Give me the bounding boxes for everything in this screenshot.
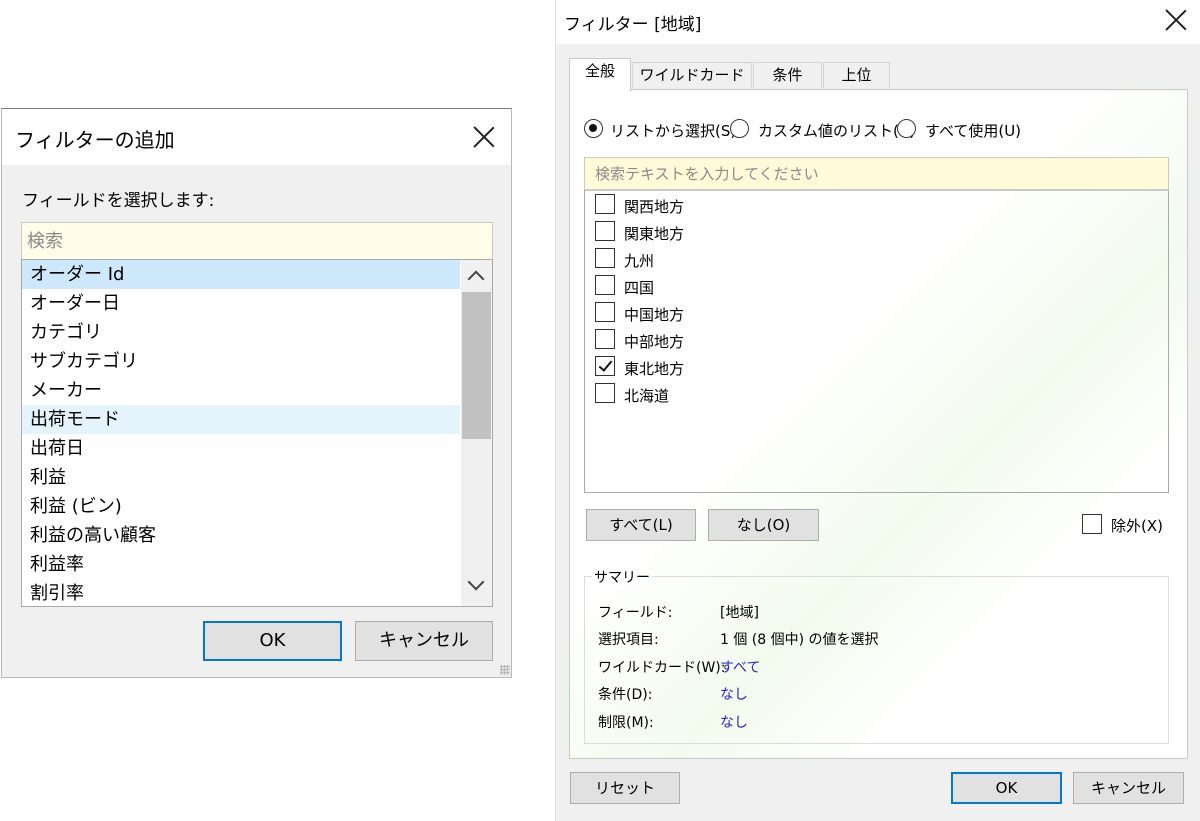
- radio-use-all-label: すべて使用(U): [925, 122, 1022, 140]
- value-label: 関東地方: [624, 225, 685, 243]
- summary-field-key: フィールド:: [598, 605, 673, 621]
- scroll-up-chevron-icon[interactable]: [467, 270, 485, 288]
- value-label: 四国: [624, 279, 655, 297]
- summary-field-value: [地域]: [720, 605, 759, 621]
- field-list-item[interactable]: オーダー Id: [22, 260, 460, 289]
- field-list-scrollbar[interactable]: [461, 260, 492, 606]
- select-all-button[interactable]: すべて(L): [586, 509, 696, 541]
- add-filter-close-icon[interactable]: [472, 125, 496, 149]
- field-list-item[interactable]: 利益率: [22, 550, 460, 579]
- select-none-button[interactable]: なし(O): [708, 509, 819, 541]
- filter-dialog: フィルター [地域] 全般 ワイルドカード 条件 上位 リストから選択(S) カ…: [555, 0, 1200, 821]
- filter-titlebar: フィルター [地域]: [556, 0, 1200, 44]
- add-filter-cancel-button[interactable]: キャンセル: [355, 621, 493, 661]
- summary-selection-value: 1 個 (8 個中) の値を選択: [720, 632, 879, 648]
- value-list[interactable]: 関西地方 関東地方 九州 四国 中国地方 中部地方 東北地方 北海道: [584, 190, 1169, 493]
- exclude-label: 除外(X): [1111, 517, 1163, 535]
- summary-condition-link[interactable]: なし: [720, 684, 748, 704]
- field-list-item[interactable]: カテゴリ: [22, 318, 460, 347]
- summary-wildcard-link[interactable]: すべて: [720, 657, 760, 677]
- radio-use-all[interactable]: [897, 119, 916, 138]
- field-search-input[interactable]: [21, 222, 493, 259]
- tab-condition[interactable]: 条件: [753, 62, 822, 88]
- reset-button[interactable]: リセット: [570, 772, 680, 804]
- exclude-checkbox[interactable]: [1082, 514, 1102, 534]
- field-list-item[interactable]: メーカー: [22, 376, 460, 405]
- resize-grip-icon[interactable]: [500, 665, 510, 675]
- add-filter-dialog: フィルターの追加 フィールドを選択します: オーダー Id オーダー日 カテゴリ…: [1, 108, 512, 678]
- value-search-input[interactable]: [584, 157, 1169, 190]
- filter-cancel-button[interactable]: キャンセル: [1073, 772, 1184, 804]
- radio-custom-value-list[interactable]: [730, 119, 749, 138]
- field-list-item[interactable]: 利益 (ビン): [22, 492, 460, 521]
- filter-ok-button[interactable]: OK: [951, 772, 1062, 804]
- filter-close-icon[interactable]: [1164, 8, 1188, 32]
- field-list-item[interactable]: サブカテゴリ: [22, 347, 460, 376]
- field-list-item[interactable]: 利益: [22, 463, 460, 492]
- value-label: 関西地方: [624, 198, 685, 216]
- value-checkbox[interactable]: [595, 221, 615, 241]
- value-label: 北海道: [624, 387, 670, 405]
- summary-wildcard-key: ワイルドカード(W):: [598, 660, 726, 676]
- summary-limit-key: 制限(M):: [598, 715, 654, 731]
- field-prompt-label: フィールドを選択します:: [22, 191, 215, 211]
- value-label: 中国地方: [624, 306, 685, 324]
- tab-wildcard[interactable]: ワイルドカード: [632, 62, 752, 88]
- field-list-item[interactable]: 出荷モード: [22, 405, 460, 434]
- field-list-item[interactable]: 利益の高い顧客: [22, 521, 460, 550]
- tab-general[interactable]: 全般: [569, 58, 631, 91]
- value-checkbox[interactable]: [595, 275, 615, 295]
- summary-limit-link[interactable]: なし: [720, 712, 748, 732]
- value-label: 中部地方: [624, 333, 685, 351]
- value-label: 東北地方: [624, 360, 685, 378]
- radio-select-from-list-label: リストから選択(S): [610, 122, 737, 140]
- value-checkbox-checked[interactable]: [595, 356, 615, 376]
- radio-custom-value-list-label: カスタム値のリスト(C): [758, 122, 916, 140]
- value-checkbox[interactable]: [595, 329, 615, 349]
- tab-top[interactable]: 上位: [823, 62, 890, 88]
- summary-title: サマリー: [592, 567, 652, 587]
- radio-select-from-list[interactable]: [584, 119, 603, 138]
- filter-title: フィルター [地域]: [564, 15, 702, 35]
- field-list[interactable]: オーダー Id オーダー日 カテゴリ サブカテゴリ メーカー 出荷モード 出荷日…: [21, 259, 493, 607]
- value-checkbox[interactable]: [595, 248, 615, 268]
- value-checkbox[interactable]: [595, 194, 615, 214]
- scrollbar-thumb[interactable]: [462, 292, 491, 439]
- field-list-item[interactable]: 出荷日: [22, 434, 460, 463]
- value-label: 九州: [624, 252, 655, 270]
- add-filter-title: フィルターの追加: [15, 128, 175, 152]
- add-filter-ok-button[interactable]: OK: [203, 621, 342, 661]
- field-list-item[interactable]: オーダー日: [22, 289, 460, 318]
- scroll-down-chevron-icon[interactable]: [467, 573, 485, 591]
- summary-condition-key: 条件(D):: [598, 687, 653, 703]
- add-filter-titlebar: フィルターの追加: [2, 109, 511, 165]
- value-checkbox[interactable]: [595, 302, 615, 322]
- field-list-item[interactable]: 割引率: [22, 579, 460, 606]
- summary-selection-key: 選択項目:: [598, 632, 659, 648]
- value-checkbox[interactable]: [595, 383, 615, 403]
